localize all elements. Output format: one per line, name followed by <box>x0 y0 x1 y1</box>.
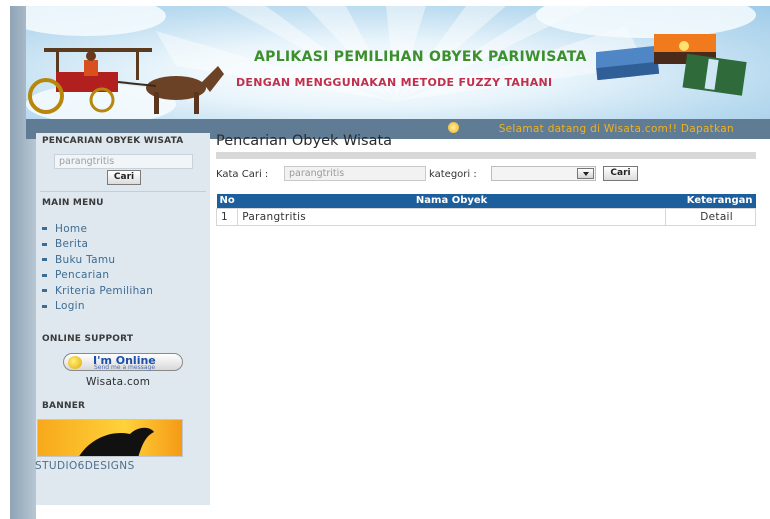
column-header-no: No <box>216 194 238 208</box>
menu-item-buku-tamu[interactable]: Buku Tamu <box>42 252 153 268</box>
kata-cari-input[interactable]: parangtritis <box>284 166 426 181</box>
bullet-icon <box>42 304 47 308</box>
menu-item-berita[interactable]: Berita <box>42 237 153 253</box>
menu-item-kriteria[interactable]: Kriteria Pemilihan <box>42 283 153 299</box>
main-menu: Home Berita Buku Tamu Pencarian Kriteria… <box>42 221 153 314</box>
menu-item-label: Home <box>55 222 88 235</box>
bullet-icon <box>42 289 47 293</box>
kategori-label: kategori : <box>429 169 477 180</box>
studio-banner-image[interactable] <box>37 419 183 457</box>
sidebar: PENCARIAN OBYEK WISATA parangtritis Cari… <box>35 133 210 505</box>
column-header-nama: Nama Obyek <box>237 194 666 208</box>
menu-item-label: Berita <box>55 238 89 251</box>
menu-item-home[interactable]: Home <box>42 221 153 237</box>
kategori-select[interactable] <box>491 166 596 181</box>
bullet-icon <box>42 227 47 231</box>
app-subtitle: DENGAN MENGGUNAKAN METODE FUZZY TAHANI <box>236 76 553 89</box>
cell-nama: Parangtritis <box>237 207 666 226</box>
sidebar-search-input[interactable]: parangtritis <box>54 154 193 169</box>
column-header-keterangan: Keterangan <box>665 194 756 208</box>
title-underline-bar <box>216 152 756 159</box>
welcome-marquee: Selamat datang di Wisata.com!! Dapatkan <box>498 123 734 135</box>
menu-item-label: Buku Tamu <box>55 253 116 266</box>
ym-send-text: Send me a message <box>94 364 156 371</box>
bullet-icon <box>42 273 47 277</box>
cell-no: 1 <box>215 207 239 226</box>
menu-item-label: Login <box>55 300 85 313</box>
yahoo-messenger-badge[interactable]: I'm Online Send me a message <box>63 353 183 371</box>
menu-item-pencarian[interactable]: Pencarian <box>42 268 153 284</box>
search-heading: PENCARIAN OBYEK WISATA <box>42 136 184 146</box>
kata-cari-label: Kata Cari : <box>216 169 269 180</box>
scenery-photos <box>596 34 747 96</box>
silhouette-image <box>79 427 154 456</box>
main-menu-heading: MAIN MENU <box>42 198 104 208</box>
banner-heading: BANNER <box>42 401 86 411</box>
online-support-heading: ONLINE SUPPORT <box>42 334 134 344</box>
page-title: Pencarian Obyek Wisata <box>216 133 393 149</box>
bullet-icon <box>42 242 47 246</box>
divider <box>40 191 206 192</box>
menu-item-label: Pencarian <box>55 269 110 282</box>
results-table: No Nama Obyek Keterangan 1 Parangtritis … <box>215 194 756 226</box>
menu-item-login[interactable]: Login <box>42 299 153 315</box>
app-title: APLIKASI PEMILIHAN OBYEK PARIWISATA <box>254 49 587 65</box>
table-row: 1 Parangtritis Detail <box>215 207 756 226</box>
table-header-row: No Nama Obyek Keterangan <box>216 194 756 208</box>
search-button[interactable]: Cari <box>603 166 638 181</box>
menu-item-label: Kriteria Pemilihan <box>55 284 154 297</box>
detail-link[interactable]: Detail <box>665 207 756 226</box>
support-name: Wisata.com <box>86 376 151 388</box>
sidebar-search-button[interactable]: Cari <box>107 170 141 185</box>
bullet-icon <box>42 258 47 262</box>
horse-carriage-image <box>28 48 224 114</box>
sun-icon <box>448 122 459 133</box>
site-header: APLIKASI PEMILIHAN OBYEK PARIWISATA DENG… <box>26 6 770 119</box>
smiley-icon <box>68 356 82 369</box>
chevron-down-icon[interactable] <box>577 168 594 179</box>
banner-caption: STUDIO6DESIGNS <box>35 460 135 472</box>
